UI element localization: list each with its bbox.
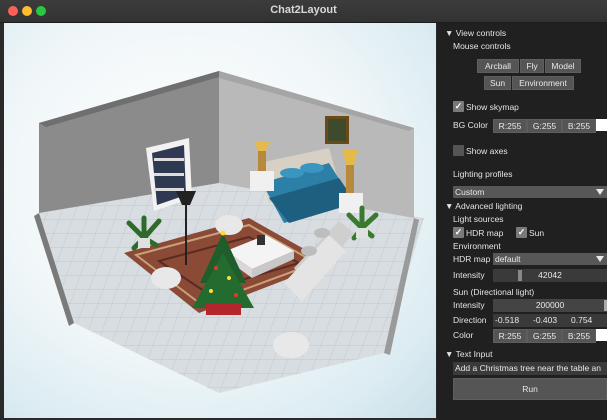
bg-color-r[interactable]: R:255: [493, 119, 527, 133]
hdr-map-checkbox-label: HDR map: [466, 228, 504, 238]
show-skymap-checkbox[interactable]: ✓: [453, 101, 464, 112]
light-sources-label: Light sources: [453, 214, 504, 224]
room-scene: [34, 71, 424, 393]
mouse-controls-label: Mouse controls: [453, 41, 511, 51]
show-axes-checkbox[interactable]: [453, 145, 464, 156]
sun-intensity-slider[interactable]: 200000: [493, 299, 607, 312]
lighting-profiles-label: Lighting profiles: [453, 169, 513, 179]
bg-color-b[interactable]: B:255: [562, 119, 596, 133]
hdr-map-label: HDR map: [453, 254, 491, 264]
sun-button[interactable]: Sun: [484, 76, 511, 90]
sun-color-swatch[interactable]: [596, 329, 607, 341]
sun-section-label: Sun (Directional light): [453, 287, 535, 297]
bg-color-swatch[interactable]: [596, 119, 607, 131]
arcball-button[interactable]: Arcball: [477, 59, 519, 73]
sun-checkbox[interactable]: ✓: [516, 227, 527, 238]
bg-color-g[interactable]: G:255: [527, 119, 562, 133]
sun-intensity-value: 200000: [535, 300, 565, 310]
lighting-profile-dropdown[interactable]: Custom: [453, 186, 607, 198]
painting: [325, 116, 349, 144]
bg-color-label: BG Color: [453, 120, 488, 130]
control-panel: ▼ View controls Mouse controls Arcball F…: [437, 23, 607, 420]
advanced-lighting-header[interactable]: ▼ Advanced lighting: [445, 201, 522, 211]
chevron-down-icon: [596, 256, 604, 262]
text-input-header[interactable]: ▼ Text Input: [445, 349, 492, 359]
environment-label: Environment: [453, 241, 501, 251]
color-label: Color: [453, 330, 474, 340]
view-controls-header[interactable]: ▼ View controls: [445, 28, 506, 38]
direction-y-input[interactable]: -0.403: [531, 314, 569, 327]
prompt-input[interactable]: Add a Christmas tree near the table an: [453, 362, 607, 375]
intensity-slider[interactable]: 42042: [493, 269, 607, 282]
show-skymap-label: Show skymap: [466, 102, 519, 112]
armchair-bottom: [273, 332, 309, 358]
intensity-value: 42042: [538, 270, 562, 280]
hdr-map-dropdown[interactable]: default: [493, 253, 607, 265]
lighting-profile-value: Custom: [455, 187, 485, 197]
direction-label: Direction: [453, 315, 487, 325]
intensity-label: Intensity: [453, 270, 485, 280]
title-bar: Chat2Layout: [0, 0, 607, 23]
sun-color-b[interactable]: B:255: [562, 329, 596, 343]
direction-x-input[interactable]: -0.518: [493, 314, 531, 327]
sun-color-g[interactable]: G:255: [527, 329, 562, 343]
window-title: Chat2Layout: [270, 4, 337, 16]
environment-button[interactable]: Environment: [512, 76, 574, 90]
armchair-left: [151, 267, 181, 289]
sun-intensity-label: Intensity: [453, 300, 485, 310]
direction-z-input[interactable]: 0.754: [569, 314, 607, 327]
sun-color-r[interactable]: R:255: [493, 329, 527, 343]
model-button[interactable]: Model: [545, 59, 581, 73]
sun-checkbox-label: Sun: [529, 228, 545, 238]
3d-viewport[interactable]: [4, 23, 436, 418]
run-button[interactable]: Run: [453, 378, 607, 400]
chevron-down-icon: [596, 189, 604, 195]
armchair-top: [215, 215, 243, 235]
fly-button[interactable]: Fly: [520, 59, 544, 73]
hdr-map-checkbox[interactable]: ✓: [453, 227, 464, 238]
hdr-map-value: default: [495, 254, 521, 264]
show-axes-label: Show axes: [466, 146, 508, 156]
